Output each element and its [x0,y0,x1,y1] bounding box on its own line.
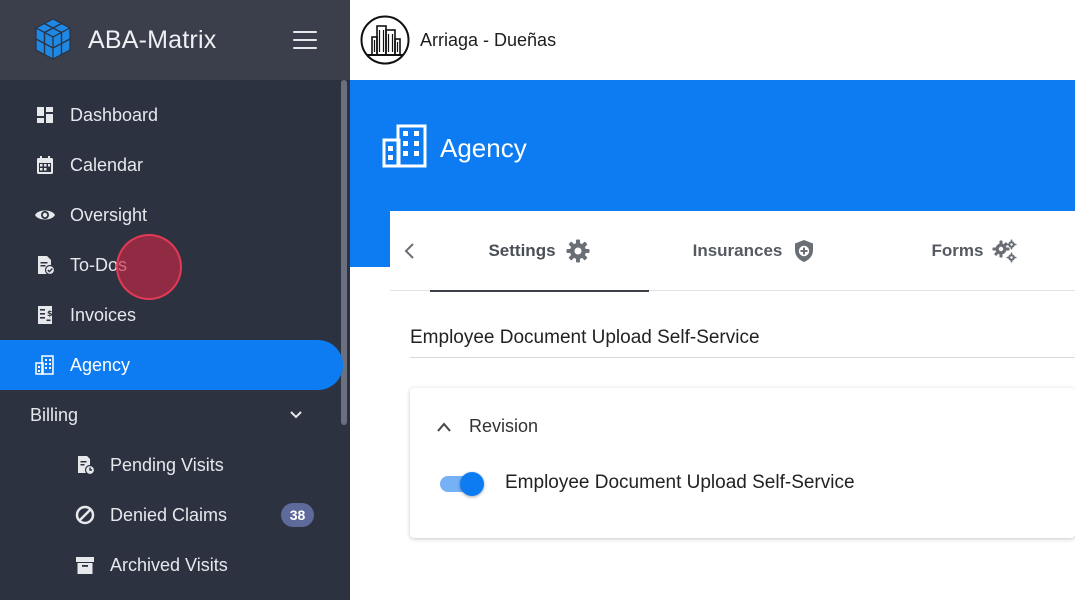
chevron-left-icon[interactable] [402,241,418,261]
gear-icon [566,239,590,263]
denied-claims-count-badge: 38 [281,503,314,527]
toggle-label: Employee Document Upload Self-Service [505,472,855,493]
page-title: Agency [440,133,527,163]
gears-icon [992,239,1017,263]
shield-plus-icon [795,240,814,262]
sidebar-item-label: Dashboard [70,104,159,125]
tab-forms[interactable]: Forms [890,211,1060,291]
sidebar-item-archived-visits[interactable]: Archived Visits [0,540,350,590]
sidebar-item-label: Archived Visits [110,554,228,575]
section-divider [410,357,1075,358]
sidebar-item-invoices[interactable]: $ Invoices [0,290,350,340]
tab-label: Forms [931,241,984,260]
sidebar-item-oversight[interactable]: Oversight [0,190,350,240]
sidebar-item-label: Calendar [70,154,144,175]
svg-text:$: $ [47,309,53,318]
cubes-logo-icon [34,18,72,60]
sidebar-nav: Dashboard Calendar Oversight To-Dos $ In… [0,90,350,590]
calendar-icon [37,156,53,174]
organization-logo-icon[interactable] [360,15,410,65]
tab-label: Insurances [692,241,783,260]
invoice-icon: $ [38,306,53,324]
top-bar: Arriaga - Dueñas [350,0,1075,80]
tab-settings[interactable]: Settings [430,211,649,292]
sidebar-group-label: Billing [30,404,79,425]
tab-insurances[interactable]: Insurances [660,211,850,291]
sidebar-item-to-dos[interactable]: To-Dos [0,240,350,290]
sidebar-group-billing[interactable]: Billing [0,390,350,440]
eye-icon [35,210,55,220]
sidebar-item-label: Oversight [70,204,148,225]
menu-toggle-icon[interactable] [293,31,317,49]
sidebar-item-label: Pending Visits [110,454,224,475]
panel-title: Revision [469,416,539,436]
building-icon [382,124,427,168]
sidebar-item-denied-claims[interactable]: Denied Claims 38 [0,490,350,540]
organization-name: Arriaga - Dueñas [420,29,557,50]
tab-bar: Settings Insurances Forms [390,211,1075,292]
todo-document-icon [38,256,56,276]
chevron-down-icon[interactable] [288,407,304,423]
chevron-up-icon[interactable] [436,421,452,433]
sidebar-item-pending-visits[interactable]: Pending Visits [0,440,350,490]
pending-visits-icon [78,456,96,476]
self-service-toggle[interactable] [440,472,486,496]
app-title: ABA-Matrix [88,25,217,54]
revision-panel-header[interactable]: Revision [436,416,538,437]
dashboard-icon [37,107,53,123]
settings-card: Settings Insurances Forms Employee Docum… [390,211,1075,600]
tab-label: Settings [488,241,556,260]
sidebar-item-agency[interactable]: Agency [0,340,343,390]
toggle-thumb [460,472,484,496]
ban-icon [75,505,95,525]
building-icon [35,355,54,375]
sidebar: ABA-Matrix Dashboard Calendar Oversight … [0,0,350,600]
brand-header: ABA-Matrix [0,0,350,80]
sidebar-item-calendar[interactable]: Calendar [0,140,350,190]
section-title: Employee Document Upload Self-Service [410,327,760,348]
revision-panel: Revision Employee Document Upload Self-S… [410,388,1075,538]
sidebar-item-label: Agency [70,354,131,375]
sidebar-item-dashboard[interactable]: Dashboard [0,90,350,140]
sidebar-item-label: To-Dos [70,254,128,275]
archive-icon [76,557,94,574]
sidebar-item-label: Invoices [70,304,137,325]
sidebar-item-label: Denied Claims [110,504,228,525]
